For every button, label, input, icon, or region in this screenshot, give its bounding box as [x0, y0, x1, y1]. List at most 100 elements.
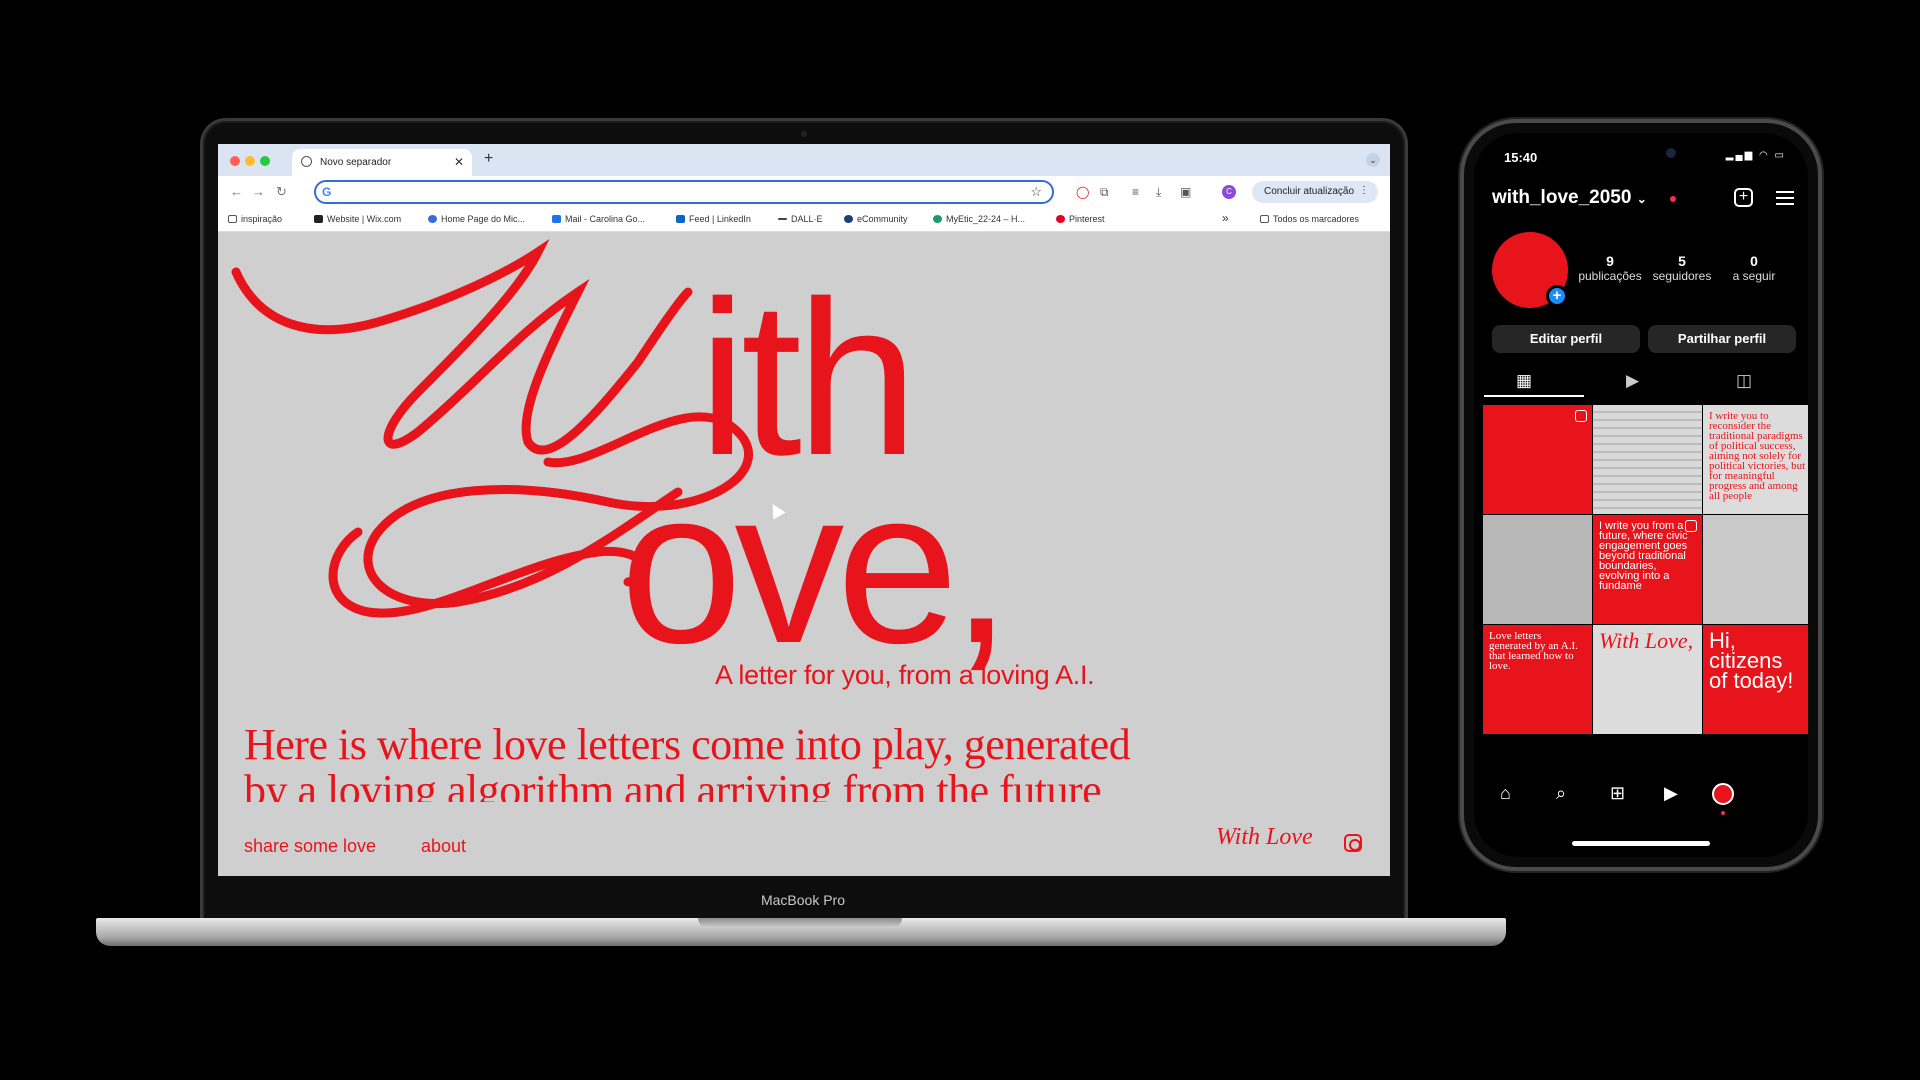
hero-word-bottom: ove,: [620, 443, 1004, 689]
myetic-icon: [933, 215, 942, 223]
reading-list-icon[interactable]: ≡: [1132, 185, 1139, 199]
download-icon[interactable]: ⤓: [1156, 185, 1161, 200]
mockup-stage: MacBook Pro Novo separador ✕ + ⌄ ← → ↻ G…: [0, 0, 1920, 1080]
post-tile[interactable]: Love letters generated by an A.I. that l…: [1483, 625, 1592, 734]
update-button-label: Concluir atualização: [1264, 186, 1355, 197]
post-tile[interactable]: I write you to reconsider the traditiona…: [1703, 405, 1808, 514]
bookmark-item[interactable]: Website | Wix.com: [314, 214, 401, 224]
browser-tab-bar: Novo separador ✕ + ⌄: [218, 144, 1390, 176]
share-profile-button[interactable]: Partilhar perfil: [1648, 325, 1796, 353]
reel-icon: [1575, 410, 1587, 422]
bookmark-item[interactable]: inspiração: [228, 214, 282, 224]
share-some-love-link[interactable]: share some love: [244, 836, 376, 857]
minimize-window-button[interactable]: [245, 156, 255, 166]
microsoft-icon: [428, 215, 437, 223]
posts-grid: I write you to reconsider the traditiona…: [1483, 405, 1808, 735]
grid-icon[interactable]: ▦: [1516, 371, 1532, 391]
bookmark-item[interactable]: eCommunity: [844, 214, 908, 224]
laptop-camera: [801, 131, 807, 137]
reel-icon: [1685, 520, 1697, 532]
opera-icon[interactable]: ◯: [1076, 185, 1089, 199]
tagged-icon[interactable]: ◫: [1736, 371, 1752, 391]
profile-username[interactable]: with_love_2050 ⌄: [1492, 187, 1647, 209]
chevron-down-icon[interactable]: ⌄: [1366, 153, 1380, 167]
maximize-window-button[interactable]: [260, 156, 270, 166]
post-tile[interactable]: [1703, 515, 1808, 624]
post-tile[interactable]: With Love,: [1593, 625, 1702, 734]
bookmark-item[interactable]: DALL·E: [778, 214, 823, 224]
globe-icon: [301, 156, 312, 167]
folder-icon: [1260, 215, 1269, 223]
notification-dot: [1721, 811, 1725, 815]
home-icon[interactable]: ⌂: [1500, 783, 1511, 804]
laptop-model-label: MacBook Pro: [760, 892, 846, 908]
reels-icon[interactable]: ▶: [1626, 371, 1639, 391]
bookmark-item[interactable]: Home Page do Mic...: [428, 214, 525, 224]
bookmark-item[interactable]: Pinterest: [1056, 214, 1105, 224]
with-love-mini-logo[interactable]: With Love,: [1212, 814, 1312, 864]
hero-subtitle: A letter for you, from a loving A.I.: [715, 660, 1095, 690]
menu-icon[interactable]: [1776, 191, 1794, 205]
website-content: ith ove, A letter for you, from a loving…: [218, 232, 1390, 876]
bottom-navigation: ⌂ ⌕ ⊞ ▶: [1474, 775, 1808, 815]
create-post-icon[interactable]: +: [1734, 188, 1753, 207]
about-link[interactable]: about: [421, 836, 466, 857]
reload-button[interactable]: ↻: [276, 184, 287, 200]
posts-count[interactable]: 9 publicações: [1574, 253, 1646, 283]
status-time: 15:40: [1504, 150, 1538, 165]
update-button[interactable]: Concluir atualização ⋮: [1252, 181, 1378, 203]
followers-count[interactable]: 5 seguidores: [1646, 253, 1718, 283]
laptop-hinge: [698, 918, 902, 928]
post-tile[interactable]: Hi, citizens of today!: [1703, 625, 1808, 734]
tab-title: Novo separador: [320, 157, 392, 168]
linkedin-icon: [676, 215, 685, 223]
edit-profile-button[interactable]: Editar perfil: [1492, 325, 1640, 353]
post-tile[interactable]: [1593, 405, 1702, 514]
all-bookmarks-button[interactable]: Todos os marcadores: [1260, 214, 1359, 224]
close-icon[interactable]: ✕: [454, 155, 464, 169]
bookmark-item[interactable]: MyEtic_22-24 – H...: [933, 214, 1025, 224]
post-tile[interactable]: [1483, 405, 1592, 514]
status-icons: ▂▄▆ ◠ ▭: [1725, 150, 1786, 161]
bookmarks-bar: inspiração Website | Wix.com Home Page d…: [218, 208, 1390, 232]
close-window-button[interactable]: [230, 156, 240, 166]
pinterest-icon: [1056, 215, 1065, 223]
hero-logo: ith ove,: [231, 238, 1012, 689]
bookmark-star-icon[interactable]: ☆: [1030, 184, 1042, 200]
home-indicator[interactable]: [1572, 841, 1710, 846]
more-vert-icon: ⋮: [1359, 185, 1369, 196]
post-tile[interactable]: I write you from a future, where civic e…: [1593, 515, 1702, 624]
browser-tab[interactable]: Novo separador ✕: [292, 149, 472, 176]
browser-toolbar: ← → ↻ G ☆ ◯ ⧉ ≡ ⤓ ▣ C Concluir atualizaç…: [218, 176, 1390, 208]
notification-dot: [1670, 196, 1676, 202]
post-tile[interactable]: [1483, 515, 1592, 624]
address-bar[interactable]: G ☆: [314, 180, 1054, 204]
instagram-icon[interactable]: [1344, 834, 1362, 852]
intro-paragraph: Here is where love letters come into pla…: [244, 722, 1131, 802]
wix-icon: [314, 215, 323, 223]
ecommunity-icon: [844, 215, 853, 223]
create-icon[interactable]: ⊞: [1610, 783, 1625, 804]
following-count[interactable]: 0 a seguir: [1718, 253, 1790, 283]
extensions-icon[interactable]: ⧉: [1100, 185, 1109, 200]
tab-indicator: [1484, 395, 1584, 397]
back-button[interactable]: ←: [230, 184, 243, 199]
search-icon[interactable]: ⌕: [1556, 783, 1566, 804]
laptop-screen: Novo separador ✕ + ⌄ ← → ↻ G ☆ ◯ ⧉ ≡ ⤓ ▣…: [218, 144, 1390, 876]
folder-icon: [228, 215, 237, 223]
phone-screen: 15:40 ▂▄▆ ◠ ▭ with_love_2050 ⌄ + + 9 pub…: [1474, 133, 1808, 857]
add-story-icon[interactable]: +: [1546, 285, 1568, 307]
svg-text:With Love,: With Love,: [1216, 824, 1312, 850]
outlook-icon: [552, 215, 561, 223]
dalle-icon: [778, 218, 787, 220]
bookmark-item[interactable]: Feed | LinkedIn: [676, 214, 751, 224]
forward-button[interactable]: →: [252, 184, 265, 199]
side-panel-icon[interactable]: ▣: [1180, 185, 1191, 199]
profile-tab-avatar[interactable]: [1712, 783, 1734, 805]
reels-icon[interactable]: ▶: [1664, 783, 1678, 804]
profile-avatar[interactable]: C: [1222, 185, 1236, 199]
bookmarks-overflow-button[interactable]: »: [1222, 211, 1229, 225]
bookmark-item[interactable]: Mail - Carolina Go...: [552, 214, 645, 224]
new-tab-button[interactable]: +: [484, 150, 493, 168]
dynamic-island: [1586, 141, 1696, 171]
